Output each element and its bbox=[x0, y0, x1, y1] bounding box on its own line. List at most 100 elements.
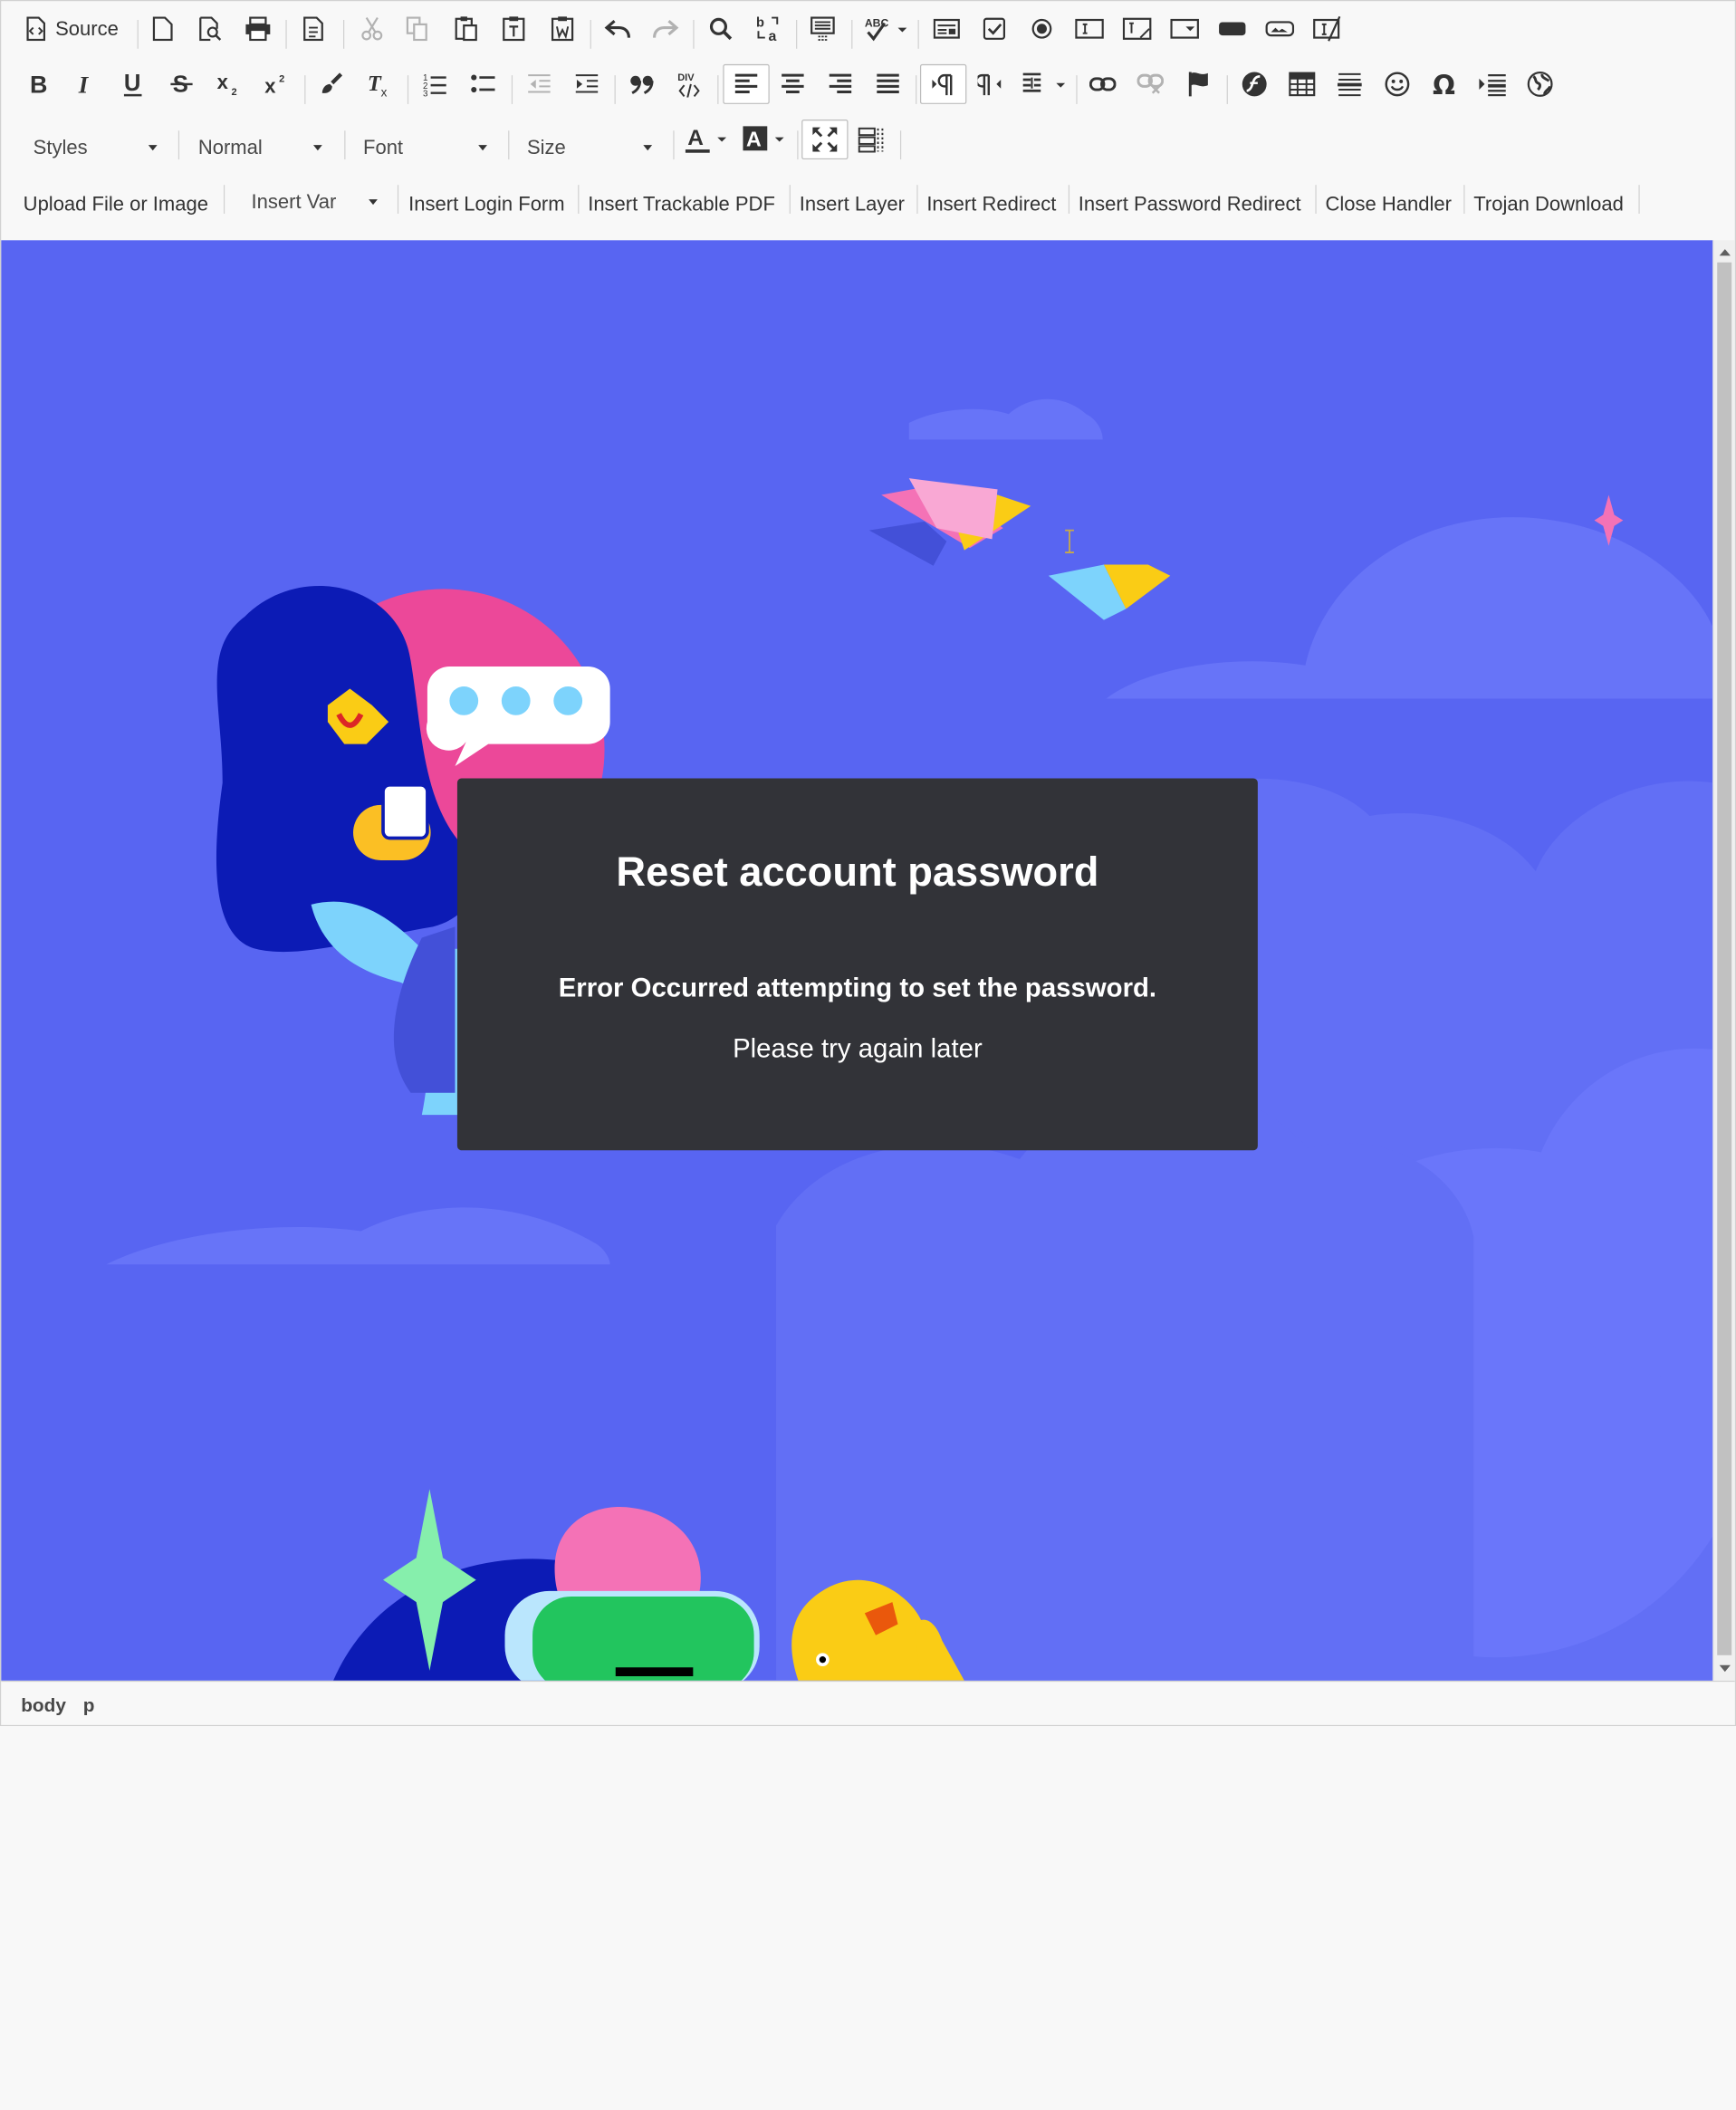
globe-icon bbox=[1527, 71, 1553, 97]
insert-var-combo[interactable]: Insert Var bbox=[243, 176, 388, 226]
format-combo[interactable]: Normal bbox=[189, 121, 333, 172]
copy-button[interactable] bbox=[398, 9, 437, 49]
flash-button[interactable] bbox=[1234, 64, 1274, 104]
styles-combo-label: Styles bbox=[33, 135, 88, 158]
page-break-button[interactable] bbox=[1472, 64, 1512, 104]
paste-button[interactable] bbox=[446, 9, 486, 49]
page-break-icon bbox=[1479, 74, 1506, 97]
toolbar-row-4: Upload File or Image Insert Var Insert L… bbox=[1, 176, 1735, 231]
textfield-icon bbox=[1075, 18, 1104, 39]
align-left-button[interactable] bbox=[723, 63, 770, 104]
select-all-button[interactable] bbox=[802, 9, 842, 49]
checkbox-button[interactable] bbox=[974, 9, 1014, 49]
bold-button[interactable]: B bbox=[18, 64, 58, 104]
insert-login-form-button[interactable]: Insert Login Form bbox=[408, 180, 564, 226]
show-blocks-button[interactable] bbox=[851, 120, 891, 159]
smiley-button[interactable] bbox=[1377, 64, 1417, 104]
insert-trackable-pdf-button[interactable]: Insert Trackable PDF bbox=[588, 180, 775, 226]
size-combo[interactable]: Size bbox=[518, 121, 663, 172]
hidden-field-button[interactable] bbox=[1308, 9, 1348, 49]
form-button[interactable] bbox=[926, 9, 966, 49]
find-button[interactable] bbox=[701, 9, 741, 49]
italic-button[interactable]: I bbox=[65, 64, 105, 104]
print-button[interactable] bbox=[238, 9, 278, 49]
text-color-button[interactable]: A bbox=[682, 120, 733, 159]
special-char-button[interactable]: Ω bbox=[1424, 64, 1464, 104]
undo-icon bbox=[604, 20, 631, 38]
paste-text-button[interactable] bbox=[494, 9, 533, 49]
underline-button[interactable]: U bbox=[113, 64, 153, 104]
align-center-button[interactable] bbox=[772, 64, 812, 104]
form-icon bbox=[933, 18, 960, 39]
svg-text:I: I bbox=[78, 72, 90, 96]
strike-button[interactable]: S bbox=[161, 64, 201, 104]
path-item-p[interactable]: p bbox=[83, 1695, 95, 1717]
vertical-scrollbar[interactable] bbox=[1712, 240, 1735, 1681]
indent-button[interactable] bbox=[567, 64, 607, 104]
select-all-icon bbox=[810, 16, 835, 41]
scrollbar-thumb[interactable] bbox=[1717, 262, 1732, 1655]
outdent-icon bbox=[528, 74, 551, 93]
clear-format-icon: Tx bbox=[368, 72, 388, 97]
textfield-button[interactable] bbox=[1069, 9, 1109, 49]
insert-password-redirect-button[interactable]: Insert Password Redirect bbox=[1079, 180, 1301, 226]
source-icon bbox=[26, 16, 46, 42]
styles-combo[interactable]: Styles bbox=[24, 121, 168, 172]
link-button[interactable] bbox=[1083, 64, 1123, 104]
select-field-button[interactable] bbox=[1165, 9, 1204, 49]
image-button-field-button[interactable] bbox=[1260, 9, 1300, 49]
copy-format-button[interactable] bbox=[312, 64, 351, 104]
upload-file-button[interactable]: Upload File or Image bbox=[24, 180, 208, 226]
horizontal-rule-button[interactable] bbox=[1329, 64, 1369, 104]
unlink-button[interactable] bbox=[1130, 64, 1170, 104]
justify-button[interactable] bbox=[868, 64, 908, 104]
templates-button[interactable] bbox=[293, 9, 333, 49]
subscript-button[interactable]: x2 bbox=[209, 64, 249, 104]
svg-text:x: x bbox=[264, 75, 276, 98]
superscript-button[interactable]: x2 bbox=[257, 64, 297, 104]
blockquote-button[interactable] bbox=[622, 64, 662, 104]
paste-word-button[interactable] bbox=[542, 9, 582, 49]
create-div-button[interactable]: DIV bbox=[670, 64, 710, 104]
outdent-button[interactable] bbox=[519, 64, 559, 104]
text-direction-rtl-button[interactable] bbox=[970, 64, 1010, 104]
spellcheck-button[interactable]: ABC bbox=[860, 9, 911, 49]
background-color-button[interactable]: A bbox=[740, 120, 791, 159]
numbered-list-button[interactable]: 123 bbox=[415, 64, 455, 104]
font-combo[interactable]: Font bbox=[354, 121, 498, 172]
textarea-button[interactable] bbox=[1117, 9, 1157, 49]
new-page-button[interactable] bbox=[143, 9, 183, 49]
undo-button[interactable] bbox=[598, 9, 638, 49]
redo-button[interactable] bbox=[646, 9, 686, 49]
source-button[interactable]: Source bbox=[18, 9, 131, 49]
new-page-icon bbox=[152, 16, 173, 42]
radio-button[interactable] bbox=[1021, 9, 1061, 49]
insert-redirect-button[interactable]: Insert Redirect bbox=[926, 180, 1056, 226]
svg-text:3: 3 bbox=[423, 89, 427, 96]
trojan-download-button[interactable]: Trojan Download bbox=[1473, 180, 1624, 226]
scroll-up-arrow-icon[interactable] bbox=[1719, 249, 1731, 256]
align-right-button[interactable] bbox=[820, 64, 860, 104]
chevron-down-icon bbox=[312, 145, 322, 151]
templates-icon bbox=[303, 16, 323, 42]
source-label: Source bbox=[55, 16, 119, 40]
scroll-down-arrow-icon[interactable] bbox=[1719, 1664, 1731, 1673]
svg-text:2: 2 bbox=[232, 87, 237, 97]
maximize-button[interactable] bbox=[801, 120, 849, 160]
preview-button[interactable] bbox=[190, 9, 230, 49]
language-button[interactable] bbox=[1018, 64, 1069, 104]
close-handler-button[interactable]: Close Handler bbox=[1325, 180, 1451, 226]
iframe-button[interactable] bbox=[1520, 64, 1560, 104]
button-field-button[interactable] bbox=[1213, 9, 1252, 49]
remove-format-button[interactable]: Tx bbox=[359, 64, 398, 104]
bulleted-list-button[interactable] bbox=[463, 64, 503, 104]
text-direction-ltr-button[interactable] bbox=[919, 63, 967, 104]
align-right-icon bbox=[829, 73, 852, 93]
anchor-button[interactable] bbox=[1179, 64, 1219, 104]
insert-layer-button[interactable]: Insert Layer bbox=[800, 180, 905, 226]
editor-content-area[interactable]: Reset account password Error Occurred at… bbox=[1, 240, 1713, 1681]
cut-button[interactable] bbox=[352, 9, 392, 49]
replace-button[interactable]: ba bbox=[748, 9, 788, 49]
table-button[interactable] bbox=[1282, 64, 1322, 104]
path-item-body[interactable]: body bbox=[21, 1695, 66, 1717]
